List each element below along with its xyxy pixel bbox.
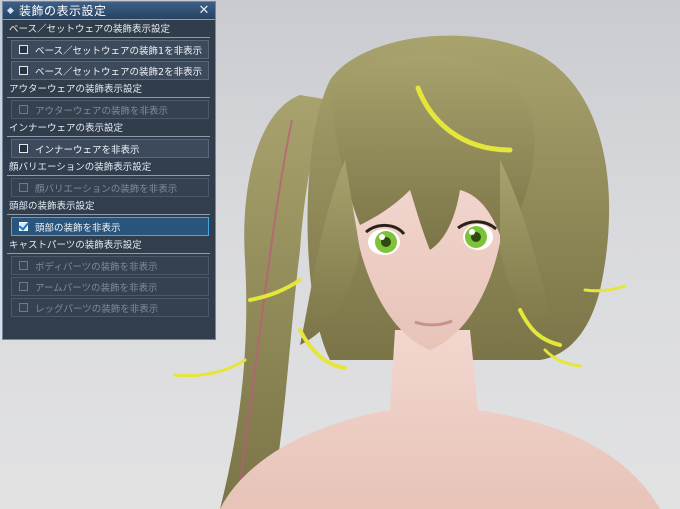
option-label: ベース／セットウェアの装飾2を非表示 <box>35 66 203 78</box>
option-row: アウターウェアの装飾を非表示 <box>11 100 209 119</box>
settings-section: 顔バリエーションの装飾表示設定 顔バリエーションの装飾を非表示 <box>3 162 215 197</box>
option-label: インナーウェアを非表示 <box>35 144 140 156</box>
section-header: キャストパーツの装飾表示設定 <box>7 240 210 254</box>
settings-section: インナーウェアの表示設定インナーウェアを非表示 <box>3 123 215 158</box>
checkbox[interactable] <box>19 66 28 75</box>
section-header: ベース／セットウェアの装飾表示設定 <box>7 24 210 38</box>
option-row[interactable]: インナーウェアを非表示 <box>11 139 209 158</box>
option-label: 顔バリエーションの装飾を非表示 <box>35 183 178 195</box>
option-label: 頭部の装飾を非表示 <box>35 222 121 234</box>
settings-section: アウターウェアの装飾表示設定アウターウェアの装飾を非表示 <box>3 84 215 119</box>
option-label: アームパーツの装飾を非表示 <box>35 282 158 294</box>
option-label: レッグパーツの装飾を非表示 <box>35 303 159 315</box>
option-row: レッグパーツの装飾を非表示 <box>11 298 209 317</box>
checkbox[interactable] <box>19 45 28 54</box>
section-header: 顔バリエーションの装飾表示設定 <box>7 162 210 176</box>
section-header: インナーウェアの表示設定 <box>7 123 210 137</box>
decoration-display-settings-panel: ◆ 装飾の表示設定 ✕ ベース／セットウェアの装飾表示設定 ベース／セットウェアの… <box>2 1 216 340</box>
section-header: アウターウェアの装飾表示設定 <box>7 84 210 98</box>
option-label: アウターウェアの装飾を非表示 <box>35 105 169 117</box>
checkbox <box>19 183 28 192</box>
settings-section: ベース／セットウェアの装飾表示設定ベース／セットウェアの装飾1を非表示 ベース／セ… <box>3 24 215 80</box>
option-row[interactable]: ベース／セットウェアの装飾2を非表示 <box>11 61 209 80</box>
diamond-icon: ◆ <box>7 5 14 16</box>
option-row[interactable]: 頭部の装飾を非表示 <box>11 217 209 236</box>
checkbox <box>19 303 28 312</box>
checkbox <box>19 282 28 291</box>
panel-titlebar: ◆ 装飾の表示設定 ✕ <box>3 2 215 20</box>
option-row[interactable]: ベース／セットウェアの装飾1を非表示 <box>11 40 209 59</box>
settings-section: 頭部の装飾表示設定頭部の装飾を非表示 <box>3 201 215 236</box>
close-icon[interactable]: ✕ <box>197 2 211 20</box>
checkbox[interactable] <box>19 144 28 153</box>
settings-sections: ベース／セットウェアの装飾表示設定ベース／セットウェアの装飾1を非表示 ベース／セ… <box>3 24 215 317</box>
panel-title: 装飾の表示設定 <box>19 3 107 18</box>
settings-section: キャストパーツの装飾表示設定ボディパーツの装飾を非表示 アームパーツの装飾を非表示… <box>3 240 215 317</box>
checkbox <box>19 261 28 270</box>
option-label: ベース／セットウェアの装飾1を非表示 <box>35 45 203 57</box>
checkbox[interactable] <box>19 222 28 231</box>
section-header: 頭部の装飾表示設定 <box>7 201 210 215</box>
option-row: アームパーツの装飾を非表示 <box>11 277 209 296</box>
option-row: ボディパーツの装飾を非表示 <box>11 256 209 275</box>
option-label: ボディパーツの装飾を非表示 <box>35 261 158 273</box>
option-row: 顔バリエーションの装飾を非表示 <box>11 178 209 197</box>
checkbox <box>19 105 28 114</box>
